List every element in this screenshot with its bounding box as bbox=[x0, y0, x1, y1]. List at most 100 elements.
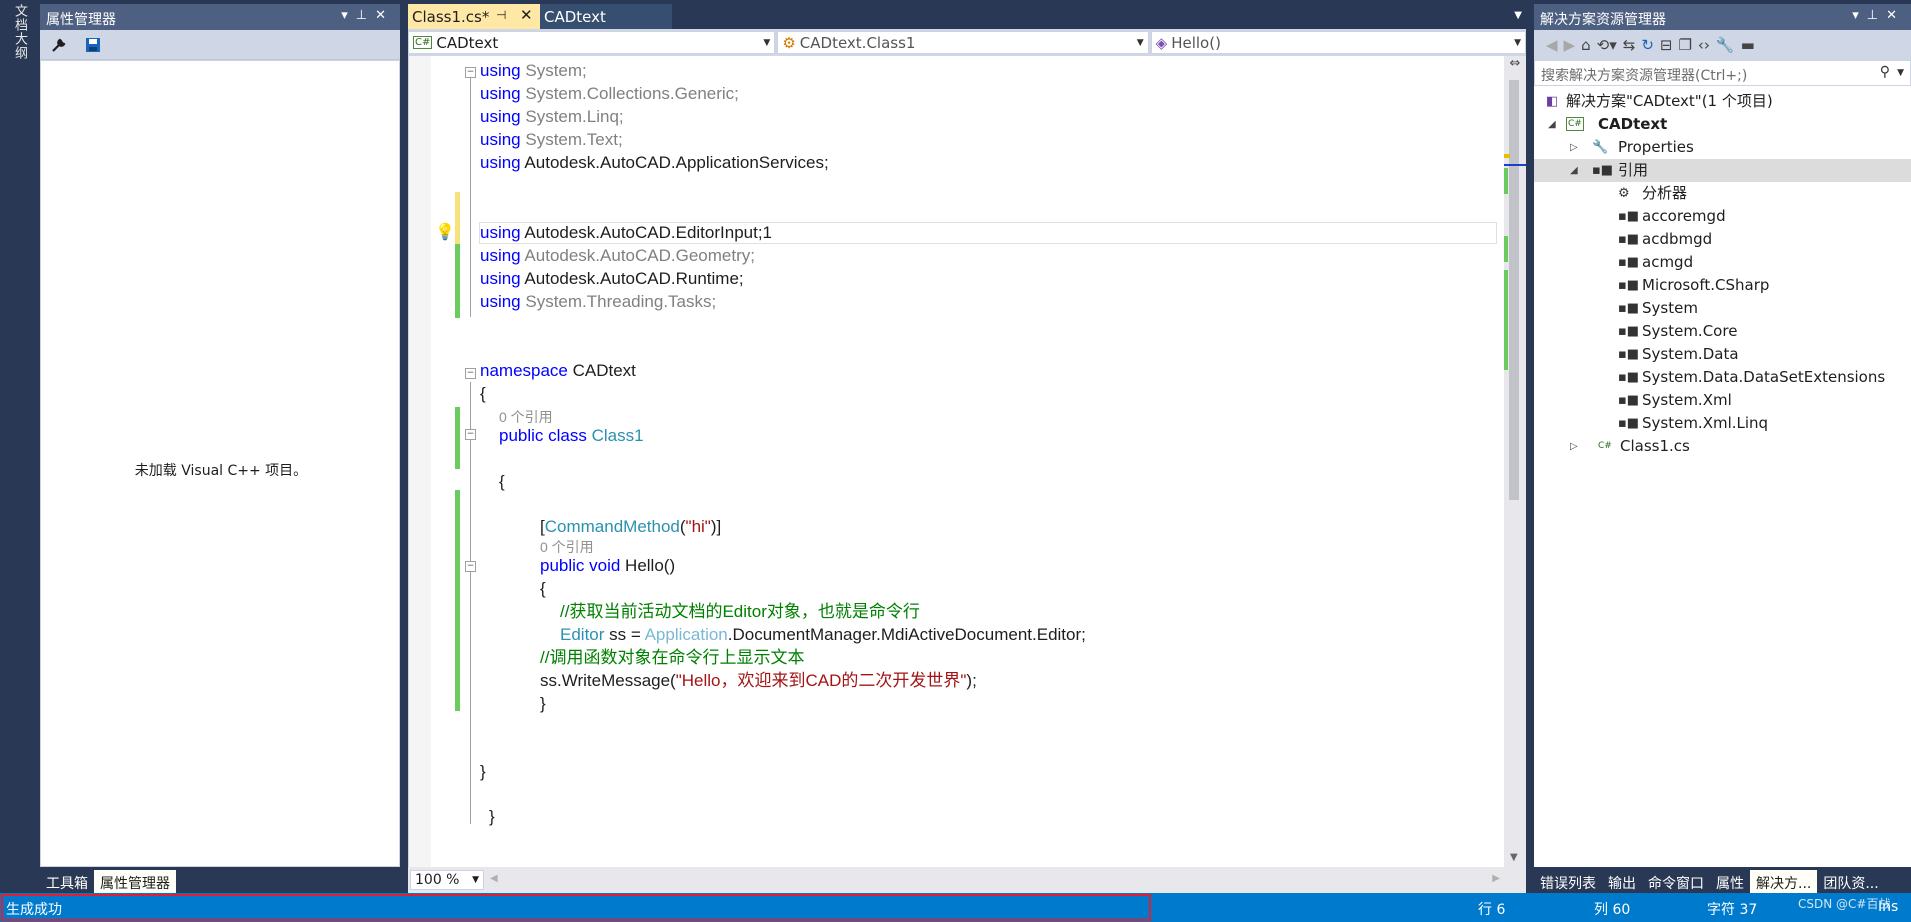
tree-item-reference[interactable]: ▪■ acdbmgd bbox=[1534, 228, 1911, 251]
code-line: using Autodesk.AutoCAD.EditorInput;1 bbox=[480, 222, 772, 244]
tab-cadtext[interactable]: CADtext bbox=[540, 4, 672, 29]
tree-item-reference[interactable]: ▪■ System.Core bbox=[1534, 320, 1911, 343]
zoom-value: 100 % bbox=[415, 872, 460, 888]
vertical-scrollbar[interactable]: ⇔ ▼ bbox=[1504, 56, 1526, 867]
tree-item-references[interactable]: ◢ ▪■ 引用 bbox=[1534, 159, 1911, 182]
class-dropdown[interactable]: ⚙ CADtext.Class1 ▼ bbox=[777, 31, 1149, 54]
tab-command-window[interactable]: 命令窗口 bbox=[1642, 870, 1710, 893]
tab-properties[interactable]: 属性 bbox=[1710, 870, 1750, 893]
history-icon[interactable]: ⟲▾ bbox=[1597, 36, 1617, 54]
editor-footer: 100 % ▼ ◀ ▶ bbox=[408, 867, 1526, 893]
zoom-dropdown[interactable]: 100 % ▼ bbox=[410, 870, 484, 890]
tree-item-reference[interactable]: ▪■ Microsoft.CSharp bbox=[1534, 274, 1911, 297]
close-icon[interactable]: ✕ bbox=[1886, 8, 1905, 23]
close-icon[interactable]: ✕ bbox=[375, 8, 394, 23]
tab-toolbox[interactable]: 工具箱 bbox=[40, 870, 94, 893]
forward-icon[interactable]: ▶ bbox=[1564, 36, 1576, 54]
tab-solution-explorer[interactable]: 解决方... bbox=[1750, 870, 1818, 893]
solution-explorer-title: 解决方案资源管理器 bbox=[1540, 12, 1666, 28]
indicator-margin bbox=[409, 56, 431, 867]
keyword: using bbox=[480, 246, 521, 265]
pin-icon[interactable]: ⊣ bbox=[496, 8, 506, 22]
code-line: using Autodesk.AutoCAD.Runtime; bbox=[480, 268, 744, 290]
properties-icon[interactable]: 🔧 bbox=[1716, 36, 1735, 54]
tab-output[interactable]: 输出 bbox=[1602, 870, 1642, 893]
scroll-right-icon[interactable]: ▶ bbox=[1492, 873, 1500, 884]
change-indicator bbox=[455, 407, 460, 469]
scrollbar-thumb[interactable] bbox=[1509, 80, 1519, 500]
outline-guide bbox=[470, 382, 471, 824]
chevron-down-icon[interactable]: ▼ bbox=[1897, 68, 1904, 78]
show-all-files-icon[interactable]: ❐ bbox=[1678, 36, 1691, 54]
view-code-icon[interactable]: ‹› bbox=[1698, 36, 1710, 54]
pin-icon[interactable]: ⊥ bbox=[356, 8, 375, 23]
sync-icon[interactable]: ⇆ bbox=[1623, 36, 1636, 54]
tab-error-list[interactable]: 错误列表 bbox=[1534, 870, 1602, 893]
tab-overflow-icon[interactable]: ▼ bbox=[1514, 10, 1522, 21]
chevron-right-icon[interactable]: ▷ bbox=[1570, 435, 1578, 458]
tree-item-reference[interactable]: ▪■ System.Data.DataSetExtensions bbox=[1534, 366, 1911, 389]
collapse-all-icon[interactable]: ⊟ bbox=[1660, 36, 1673, 54]
expand-icon[interactable]: ◢ bbox=[1548, 113, 1556, 136]
pin-icon[interactable]: ⊥ bbox=[1867, 8, 1886, 23]
collapse-toggle[interactable]: − bbox=[465, 368, 476, 379]
tree-item-reference[interactable]: ▪■ System.Data bbox=[1534, 343, 1911, 366]
wrench-icon[interactable] bbox=[48, 34, 70, 56]
tree-item-properties[interactable]: ▷ 🔧 Properties bbox=[1534, 136, 1911, 159]
chevron-right-icon[interactable]: ▷ bbox=[1570, 136, 1578, 159]
tree-item-label: Microsoft.CSharp bbox=[1642, 276, 1770, 294]
keyword: public class bbox=[499, 426, 587, 445]
home-icon[interactable]: ⌂ bbox=[1581, 36, 1591, 54]
tree-item-reference[interactable]: ▪■ accoremgd bbox=[1534, 205, 1911, 228]
lightbulb-icon[interactable]: 💡 bbox=[435, 222, 455, 241]
dropdown-icon[interactable]: ▾ bbox=[341, 8, 356, 23]
tab-class1-cs[interactable]: Class1.cs* ⊣ ✕ bbox=[408, 4, 540, 29]
doc-outline-strip: 文档大纲 bbox=[0, 0, 34, 893]
member-dropdown-value: Hello() bbox=[1171, 33, 1221, 52]
namespace-name: CADtext bbox=[567, 361, 636, 380]
tree-item-class1-cs[interactable]: ▷ C# Class1.cs bbox=[1534, 435, 1911, 458]
doc-outline-tab[interactable]: 文档大纲 bbox=[9, 4, 27, 60]
solution-explorer-panel: 解决方案资源管理器 ▾⊥✕ ◀ ▶ ⌂ ⟲▾ ⇆ ↻ ⊟ ❐ ‹› 🔧 ▬ 搜索… bbox=[1534, 4, 1911, 893]
preview-icon[interactable]: ▬ bbox=[1741, 36, 1755, 54]
tree-item-reference[interactable]: ▪■ System bbox=[1534, 297, 1911, 320]
scroll-left-icon[interactable]: ◀ bbox=[490, 873, 498, 884]
keyword: using bbox=[480, 292, 521, 311]
close-icon[interactable]: ✕ bbox=[520, 6, 533, 24]
tab-label: Class1.cs* bbox=[412, 8, 490, 26]
member-dropdown[interactable]: ◈ Hello() ▼ bbox=[1150, 31, 1526, 54]
refresh-icon[interactable]: ↻ bbox=[1641, 36, 1654, 54]
solution-search-input[interactable]: 搜索解决方案资源管理器(Ctrl+;) ⚲ ▼ bbox=[1534, 60, 1911, 86]
code-text: System.Text; bbox=[520, 130, 623, 149]
dropdown-icon[interactable]: ▾ bbox=[1852, 8, 1867, 23]
status-insert-mode: Ins bbox=[1878, 899, 1899, 915]
code-text: Autodesk.AutoCAD.Runtime; bbox=[520, 269, 744, 288]
split-handle-icon[interactable]: ⇔ bbox=[1506, 56, 1524, 74]
collapse-toggle[interactable]: − bbox=[465, 67, 476, 78]
class-icon: ⚙ bbox=[782, 33, 796, 52]
code-text: System; bbox=[520, 61, 587, 80]
tree-item-solution[interactable]: ◧ 解决方案"CADtext"(1 个项目) bbox=[1534, 90, 1911, 113]
tree-item-reference[interactable]: ▪■ System.Xml.Linq bbox=[1534, 412, 1911, 435]
code-line: { bbox=[540, 579, 546, 598]
code-text: System.Threading.Tasks; bbox=[520, 292, 717, 311]
back-icon[interactable]: ◀ bbox=[1546, 36, 1558, 54]
scroll-marker bbox=[1504, 270, 1508, 370]
collapse-toggle[interactable]: − bbox=[465, 561, 476, 572]
tab-team-explorer[interactable]: 团队资... bbox=[1817, 870, 1884, 893]
search-icon[interactable]: ⚲ bbox=[1880, 64, 1890, 80]
collapse-toggle[interactable]: − bbox=[465, 429, 476, 440]
tree-item-reference[interactable]: ▪■ acmgd bbox=[1534, 251, 1911, 274]
tree-item-reference[interactable]: ▪■ System.Xml bbox=[1534, 389, 1911, 412]
project-dropdown[interactable]: C# CADtext ▼ bbox=[408, 31, 776, 54]
tree-item-project[interactable]: ◢ C# CADtext bbox=[1534, 113, 1911, 136]
tab-property-manager[interactable]: 属性管理器 bbox=[94, 870, 176, 893]
reference-icon: ▪■ bbox=[1618, 301, 1640, 316]
tree-item-label: System.Data.DataSetExtensions bbox=[1642, 368, 1886, 386]
reference-icon: ▪■ bbox=[1618, 393, 1640, 408]
expand-icon[interactable]: ◢ bbox=[1570, 159, 1578, 182]
save-icon[interactable] bbox=[82, 34, 104, 56]
code-text-area[interactable]: − − − − 💡 using System; using System.Col… bbox=[408, 56, 1526, 867]
scroll-down-icon[interactable]: ▼ bbox=[1510, 852, 1518, 863]
tree-item-analyzers[interactable]: ⚙ 分析器 bbox=[1534, 182, 1911, 205]
